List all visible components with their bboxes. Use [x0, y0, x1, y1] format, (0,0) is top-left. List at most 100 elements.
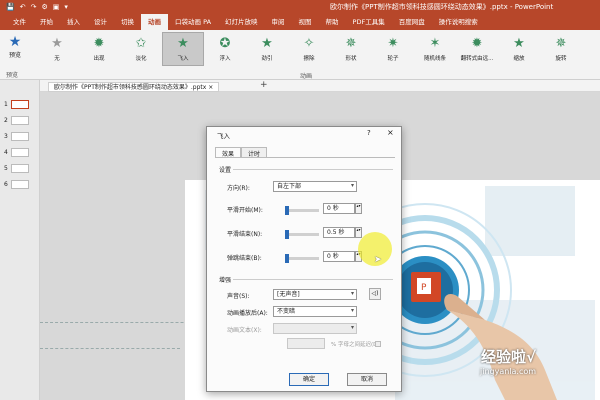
smooth-end-spinner[interactable]: ▴▾	[355, 227, 362, 238]
animation-star-icon: ★	[177, 36, 189, 51]
quick-access-icon[interactable]: ↷	[31, 3, 37, 11]
ribbon-tab[interactable]: 动画	[141, 14, 168, 30]
sound-label: 声音(S):	[227, 293, 250, 300]
watermark-line2: jingyanla.com	[480, 367, 537, 376]
dialog-title: 飞入	[217, 132, 230, 140]
animation-option[interactable]: ✷ 轮子	[372, 32, 414, 66]
animation-star-icon: ✷	[387, 36, 399, 51]
after-animation-select[interactable]: 不变暗 ▾	[273, 306, 357, 317]
smooth-end-slider[interactable]	[285, 230, 319, 239]
ribbon-tab[interactable]: 审阅	[265, 14, 292, 30]
speaker-icon[interactable]: ◁)	[369, 288, 381, 300]
animation-option[interactable]: ★ 缩放	[498, 32, 540, 66]
quick-access-icon[interactable]: ⚙	[41, 3, 47, 11]
animation-star-icon: ★	[51, 36, 63, 51]
close-icon[interactable]: ×	[387, 128, 394, 137]
bounce-end-slider[interactable]	[285, 254, 319, 263]
delay-input[interactable]	[287, 338, 325, 349]
chevron-down-icon: ▾	[350, 307, 354, 314]
animation-option[interactable]: ★ 无	[36, 32, 78, 66]
animation-label: 形状	[345, 56, 357, 62]
ribbon-tab[interactable]: 设计	[87, 14, 114, 30]
document-tab-close-icon[interactable]: ×	[208, 84, 213, 91]
animation-option[interactable]: ✩ 淡化	[120, 32, 162, 66]
ribbon-tab[interactable]: 口袋动画 PA	[168, 14, 218, 30]
slide-thumbnail[interactable]: 3	[4, 130, 36, 142]
ribbon-tab[interactable]: 操作说明搜索	[432, 14, 485, 30]
document-tab-bar: 欧尔制作《PPT制作超市领科技感圆环绕动态效果》.pptx × +	[40, 80, 600, 92]
new-tab-button[interactable]: +	[260, 80, 268, 90]
animation-option[interactable]: ★ 劲引	[246, 32, 288, 66]
quick-access-icon[interactable]: ▾	[64, 3, 68, 11]
animation-option[interactable]: ✧ 擦除	[288, 32, 330, 66]
settings-divider	[233, 169, 393, 170]
cancel-button[interactable]: 取消	[347, 373, 387, 386]
smooth-end-input[interactable]: 0.5 秒	[323, 227, 355, 238]
tab-timing[interactable]: 计时	[241, 147, 268, 158]
smooth-start-input[interactable]: 0 秒	[323, 203, 355, 214]
ribbon-tab[interactable]: 开始	[33, 14, 60, 30]
ribbon-tab[interactable]: 百度网盘	[392, 14, 432, 30]
preview-group-label: 预览	[6, 72, 19, 79]
animation-label: 淡化	[135, 56, 147, 62]
ribbon-tabs: 文件 开始 插入 设计 切换 动画 口袋动画 PA 幻灯片放映 审阅 视图 帮助 PDF工具集 百度网盘…	[0, 14, 600, 30]
watermark-line1: 经验啦√	[481, 348, 537, 366]
direction-select[interactable]: 自左下部 ▾	[273, 181, 357, 192]
animation-group-label: 动画	[300, 73, 313, 80]
slide-thumbnail[interactable]: 4	[4, 146, 36, 158]
help-icon[interactable]: ?	[367, 129, 371, 137]
document-tab-label: 欧尔制作《PPT制作超市领科技感圆环绕动态效果》.pptx	[54, 84, 207, 91]
direction-value: 自左下部	[277, 183, 302, 190]
animation-star-icon: ✶	[429, 36, 441, 51]
preview-button[interactable]: ★ 预览	[4, 34, 26, 59]
animation-label: 翻转式由远...	[460, 56, 494, 62]
animate-text-select[interactable]: ▾	[273, 323, 357, 334]
ribbon-tab[interactable]: 插入	[60, 14, 87, 30]
animation-option[interactable]: ✵ 旋转	[540, 32, 582, 66]
dialog-tabs: 效果 计时	[215, 147, 268, 158]
animation-gallery: ★ 无 ✹ 出现 ✩ 淡化 ★ 飞入 ✪ 浮入 ★ 劲引 ✧ 擦除 ✵ 形状 ✷ 轮子 ✶ 随机线条 ✹ 翻转式由远...…	[36, 32, 582, 66]
slider-thumb[interactable]	[285, 254, 289, 263]
ribbon-tab[interactable]: 文件	[6, 14, 33, 30]
slider-thumb[interactable]	[285, 206, 289, 215]
animation-label: 轮子	[387, 56, 399, 62]
animation-option[interactable]: ★ 飞入	[162, 32, 204, 66]
ribbon-tab[interactable]: 幻灯片放映	[218, 14, 265, 30]
ribbon-tab[interactable]: 帮助	[319, 14, 346, 30]
animation-option[interactable]: ✶ 随机线条	[414, 32, 456, 66]
animation-option[interactable]: ✵ 形状	[330, 32, 372, 66]
animate-text-label: 动画文本(X):	[227, 327, 262, 334]
enhance-section-label: 增强	[219, 277, 232, 284]
animation-star-icon: ★	[261, 36, 273, 51]
animation-label: 飞入	[177, 56, 189, 62]
ok-button[interactable]: 确定	[289, 373, 329, 386]
document-tab[interactable]: 欧尔制作《PPT制作超市领科技感圆环绕动态效果》.pptx ×	[48, 82, 220, 92]
smooth-start-spinner[interactable]: ▴▾	[355, 203, 362, 214]
slide-thumbnail[interactable]: 5	[4, 162, 36, 174]
quick-access-icon[interactable]: ▣	[53, 3, 60, 11]
bounce-end-input[interactable]: 0 秒	[323, 251, 355, 262]
animation-star-icon: ✩	[135, 36, 147, 51]
animation-option[interactable]: ✹ 翻转式由远...	[456, 32, 498, 66]
animation-label: 无	[54, 56, 60, 62]
window-title: 欧尔制作《PPT制作超市领科技感圆环绕动态效果》.pptx - PowerPoi…	[330, 3, 554, 11]
slide-number: 1	[4, 100, 8, 108]
sound-select[interactable]: [无声音] ▾	[273, 289, 357, 300]
slide-preview	[10, 179, 29, 189]
ribbon-tab[interactable]: 视图	[292, 14, 319, 30]
delay-checkbox[interactable]	[375, 341, 381, 347]
quick-access-icon[interactable]: 💾	[6, 3, 15, 11]
animation-label: 劲引	[261, 56, 273, 62]
animation-option[interactable]: ✪ 浮入	[204, 32, 246, 66]
animation-option[interactable]: ✹ 出现	[78, 32, 120, 66]
slide-thumbnail[interactable]: 1	[4, 98, 36, 110]
quick-access-icon[interactable]: ↶	[20, 3, 26, 11]
slider-thumb[interactable]	[285, 230, 289, 239]
slide-thumbnail[interactable]: 2	[4, 114, 36, 126]
slide-thumbnail[interactable]: 6	[4, 178, 36, 190]
ribbon-tab[interactable]: 切换	[114, 14, 141, 30]
smooth-start-slider[interactable]	[285, 206, 319, 215]
animation-star-icon: ★	[513, 36, 525, 51]
tab-effect[interactable]: 效果	[215, 147, 242, 158]
ribbon-tab[interactable]: PDF工具集	[346, 14, 392, 30]
